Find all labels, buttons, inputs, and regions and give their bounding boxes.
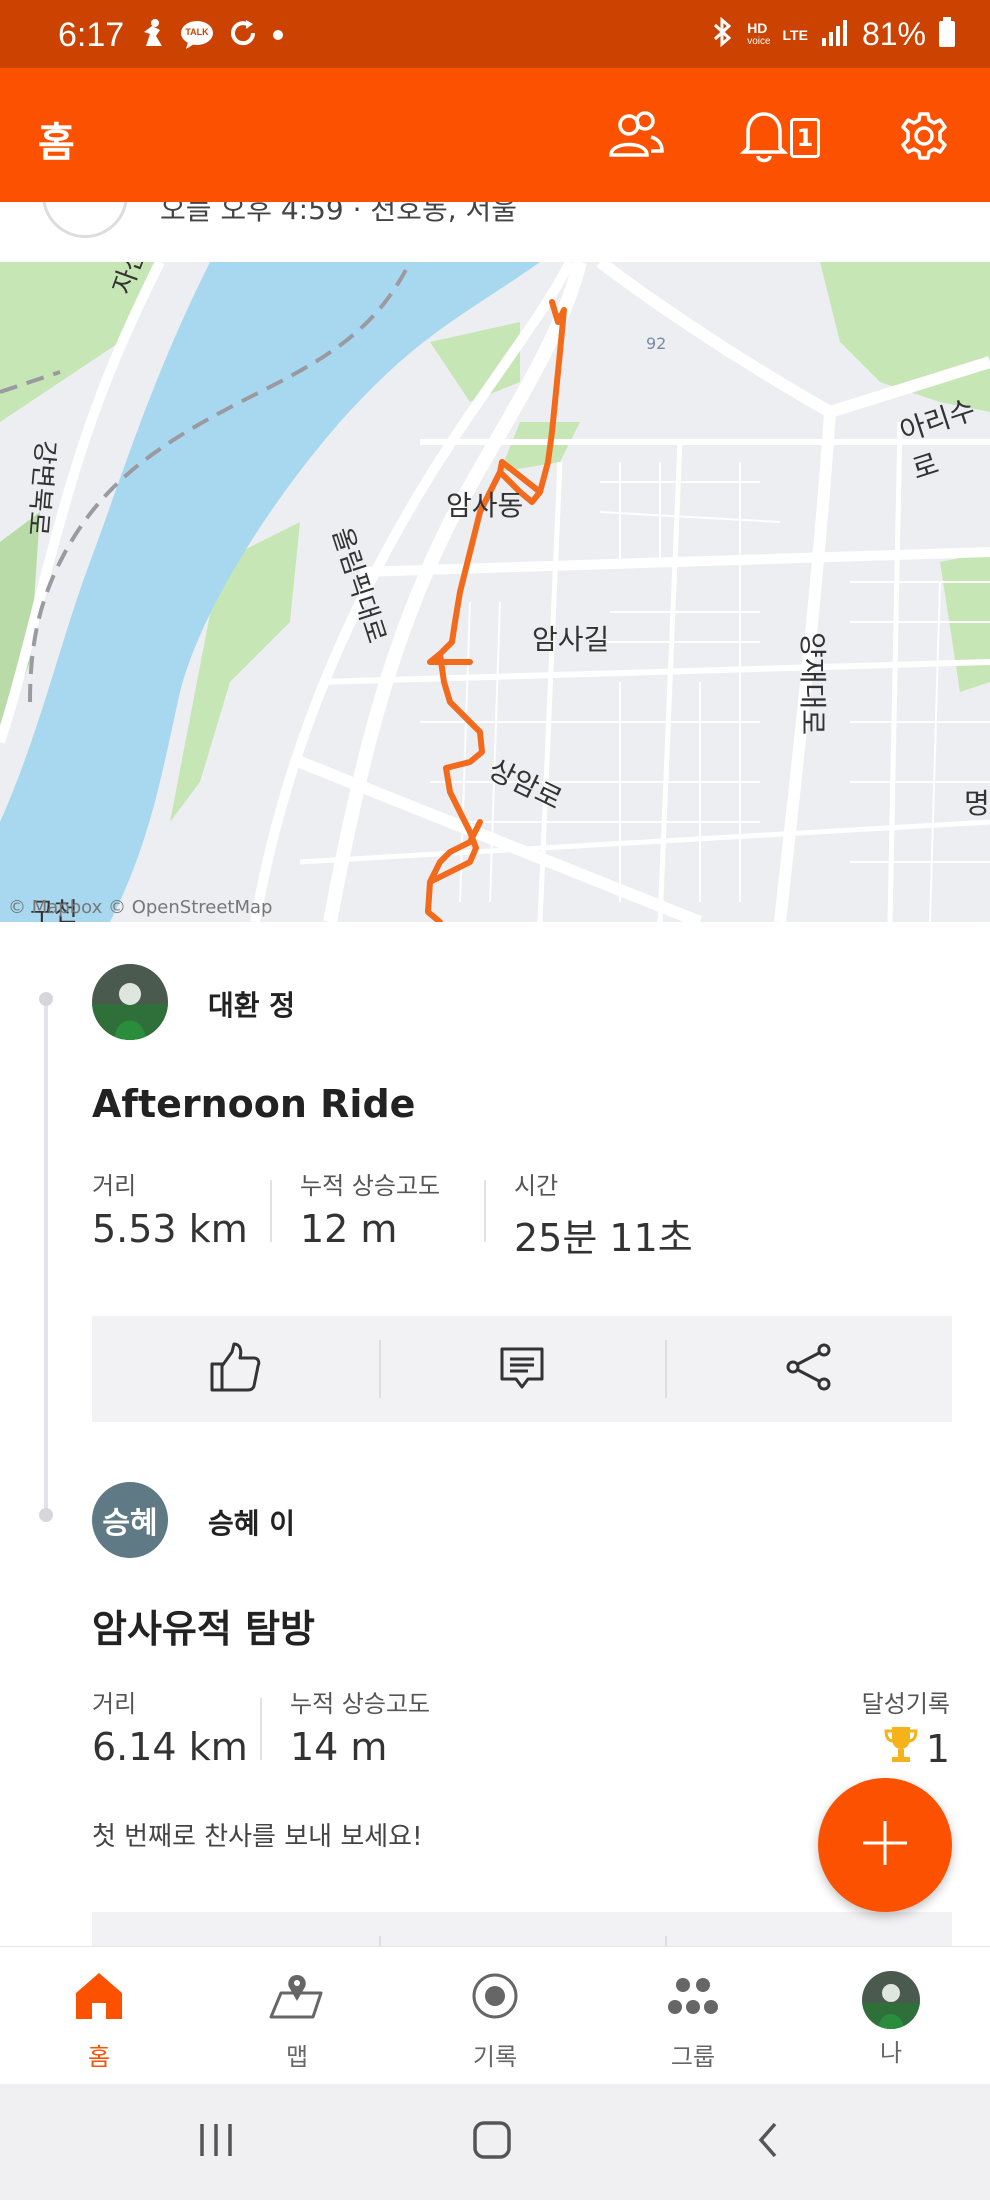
map-label-myeong: 명 <box>964 787 990 820</box>
bluetooth-icon <box>711 16 735 53</box>
nav-home[interactable]: 홈 <box>0 1947 198 2084</box>
stat-elevation: 누적 상승고도 12 m <box>300 1172 441 1251</box>
gear-icon <box>898 110 950 166</box>
app-bar: 홈 1 <box>0 68 990 202</box>
battery-percent: 81% <box>861 16 926 52</box>
stat-distance: 거리 6.14 km <box>92 1690 248 1769</box>
status-time: 6:17 <box>58 16 125 54</box>
home-system-button[interactable] <box>462 2116 522 2168</box>
nav-groups[interactable]: 그룹 <box>594 1947 792 2084</box>
map-icon <box>267 1971 327 2025</box>
record-icon <box>470 1971 520 2025</box>
dot-icon <box>272 26 284 45</box>
comment-button[interactable] <box>378 1912 666 1946</box>
share-icon <box>784 1342 834 1396</box>
activity-actions <box>92 1912 952 1946</box>
share-button[interactable] <box>665 1912 952 1946</box>
timeline-dot <box>39 1508 53 1522</box>
home-square-icon <box>472 2120 512 2164</box>
comment-button[interactable] <box>378 1316 666 1422</box>
system-nav-bar <box>0 2084 990 2200</box>
comment-icon <box>498 1343 546 1395</box>
trophy-icon <box>884 1725 918 1772</box>
thumbs-up-icon <box>208 1340 262 1398</box>
athlete-name[interactable]: 승혜 이 <box>208 1502 295 1542</box>
figure-icon <box>140 18 166 52</box>
nav-map[interactable]: 맵 <box>198 1947 396 2084</box>
bell-icon <box>739 108 789 168</box>
activity-title[interactable]: Afternoon Ride <box>92 1082 415 1126</box>
avatar[interactable]: 승혜 <box>92 1482 168 1558</box>
notification-badge: 1 <box>790 118 820 158</box>
previous-activity-header: 오늘 오후 4:59 · 천호동, 서울 <box>0 202 990 262</box>
find-friends-button[interactable] <box>604 106 668 170</box>
map-canvas <box>0 262 990 922</box>
kudos-button[interactable] <box>92 1912 379 1946</box>
sync-icon <box>228 18 258 52</box>
signal-icon <box>820 18 850 51</box>
nav-profile[interactable]: 나 <box>792 1947 990 2084</box>
timeline-dot <box>39 992 53 1006</box>
page-title: 홈 <box>38 120 75 166</box>
people-icon <box>607 111 665 165</box>
profile-avatar <box>862 1971 920 2029</box>
stat-time: 시간 25분 11초 <box>514 1172 693 1260</box>
settings-button[interactable] <box>892 106 956 170</box>
map-attribution[interactable]: © Mapbox © OpenStreetMap <box>8 897 272 918</box>
share-button[interactable] <box>665 1316 952 1422</box>
kakaotalk-icon: TALK <box>180 20 214 50</box>
plus-icon <box>859 1817 911 1873</box>
timeline-line <box>44 998 48 1512</box>
athlete-name[interactable]: 대환 정 <box>208 984 295 1024</box>
stat-achievements: 달성기록 1 <box>861 1690 950 1772</box>
bottom-nav: 홈 맵 기록 그룹 나 <box>0 1946 990 2084</box>
home-icon <box>72 1971 126 2025</box>
add-activity-button[interactable] <box>818 1778 952 1912</box>
back-button[interactable] <box>738 2116 798 2168</box>
activity-meta: 오늘 오후 4:59 · 천호동, 서울 <box>160 202 518 226</box>
chevron-left-icon <box>753 2120 783 2164</box>
recent-apps-icon <box>196 2122 236 2162</box>
status-bar: 6:17 TALK HD voice LTE 81% <box>0 0 990 68</box>
recent-apps-button[interactable] <box>186 2116 246 2168</box>
groups-icon <box>665 1971 721 2025</box>
avatar <box>42 202 128 238</box>
stat-elevation: 누적 상승고도 14 m <box>290 1690 431 1769</box>
activity-actions <box>92 1316 952 1422</box>
battery-icon <box>938 17 956 52</box>
map-label-yangjae: 양재대로 <box>796 632 829 736</box>
avatar[interactable] <box>92 964 168 1040</box>
map-label-amsa-gil: 암사길 <box>532 623 610 656</box>
nav-record[interactable]: 기록 <box>396 1947 594 2084</box>
stat-distance: 거리 5.53 km <box>92 1172 248 1251</box>
map-label-route: 92 <box>646 334 667 353</box>
kudos-prompt: 첫 번째로 찬사를 보내 보세요! <box>92 1822 423 1852</box>
map-label-amsa-dong: 암사동 <box>446 489 524 522</box>
notifications-button[interactable]: 1 <box>732 106 828 170</box>
activity-title[interactable]: 암사유적 탐방 <box>92 1598 315 1653</box>
activity-map[interactable]: 자산로 92 암사동 올림픽대로 암사길 상암로 양재대로 아리수로 강변북로 … <box>0 262 990 922</box>
kudos-button[interactable] <box>92 1316 379 1422</box>
